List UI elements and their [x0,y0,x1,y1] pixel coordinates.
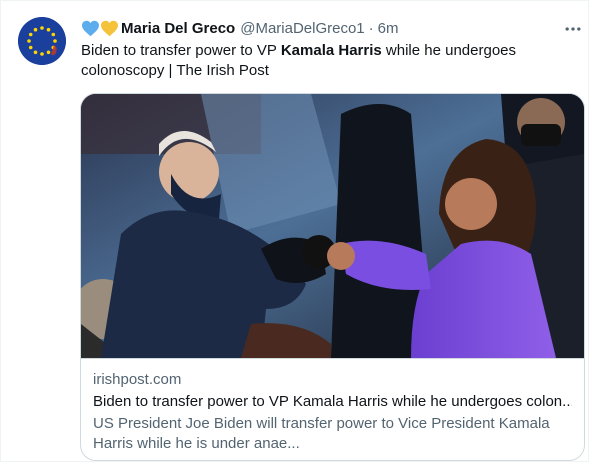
tweet-text: Biden to transfer power to VP Kamala Har… [81,41,576,81]
card-title: Biden to transfer power to VP Kamala Har… [93,393,572,410]
tweet-text-bold: Kamala Harris [280,42,382,59]
yellow-heart-icon [101,20,118,36]
eu-flag-avatar-icon [18,17,66,65]
card-description: US President Joe Biden will transfer pow… [93,415,550,452]
display-name[interactable]: Maria Del Greco [121,20,235,37]
blue-heart-icon [82,20,99,36]
card-photo [81,94,584,358]
avatar[interactable] [18,17,66,65]
separator-dot: · [368,19,374,37]
heart-emojis [81,20,119,37]
timestamp[interactable]: 6m [378,20,399,37]
card-domain: irishpost.com [93,371,182,388]
more-options-icon [565,27,581,31]
more-options-button[interactable] [561,17,585,41]
link-card[interactable]: irishpost.com Biden to transfer power to… [80,93,585,461]
user-handle[interactable]: @MariaDelGreco1 [240,20,364,37]
tweet-text-part: Biden to transfer power to VP [81,42,281,59]
tweet[interactable]: Maria Del Greco @MariaDelGreco1 · 6m Bid… [0,0,589,462]
card-image[interactable] [81,94,584,358]
card-body[interactable]: irishpost.com Biden to transfer power to… [81,358,584,460]
tweet-header: Maria Del Greco @MariaDelGreco1 · 6m [81,18,399,38]
